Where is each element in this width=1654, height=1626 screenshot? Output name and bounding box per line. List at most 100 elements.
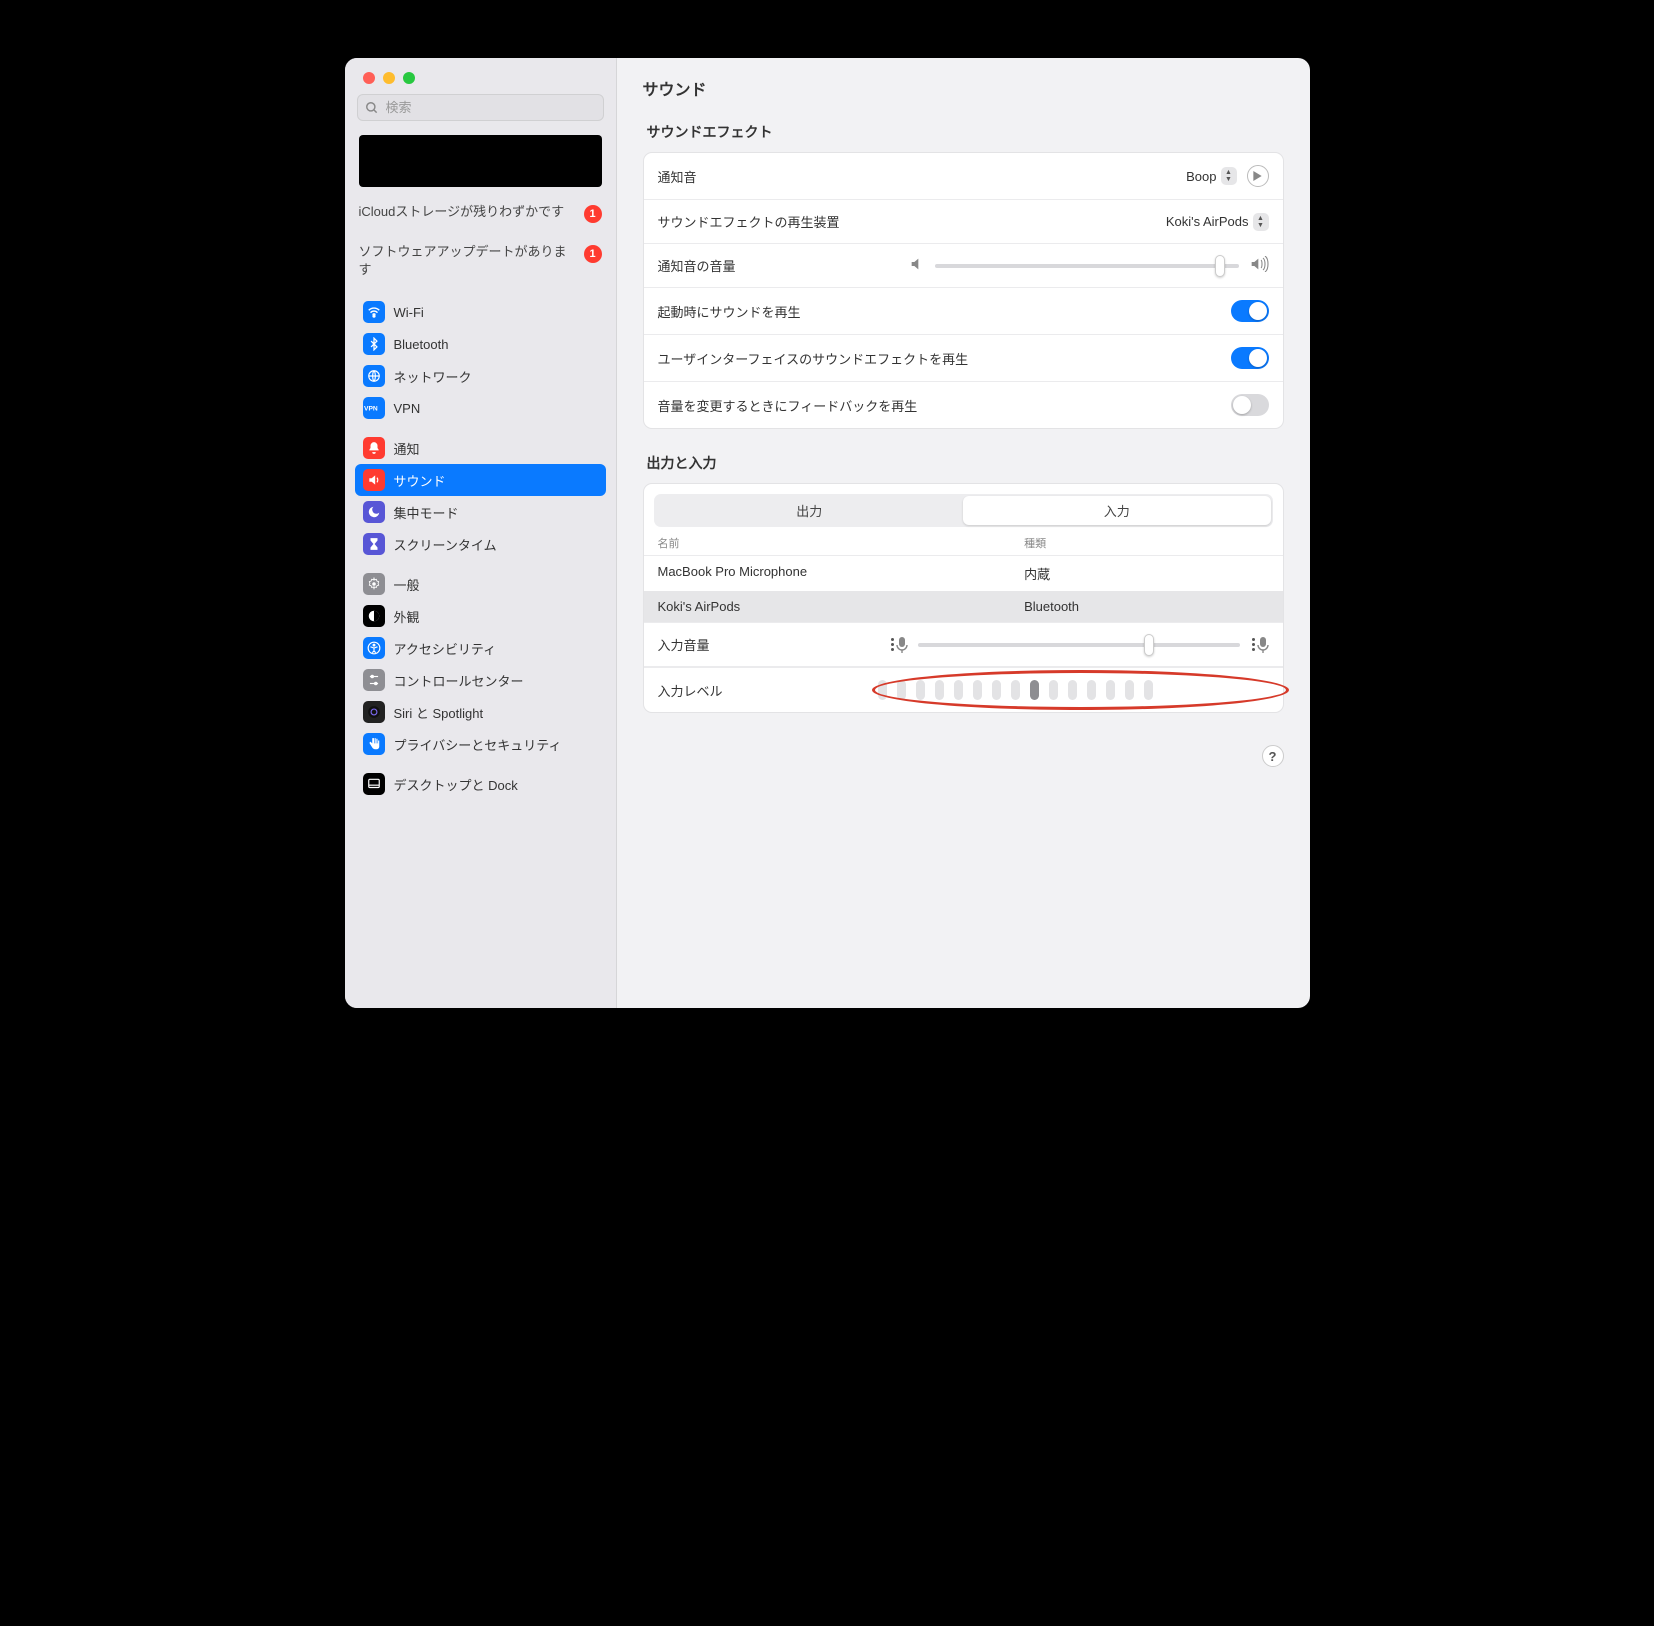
chevron-updown-icon: ▲▼ <box>1253 213 1269 231</box>
notice-update[interactable]: ソフトウェアアップデートがあります 1 <box>359 237 602 284</box>
mic-low-icon <box>889 637 908 653</box>
label: ユーザインターフェイスのサウンドエフェクトを再生 <box>658 349 969 368</box>
level-segment <box>1087 680 1096 700</box>
tab-input[interactable]: 入力 <box>963 496 1271 525</box>
sidebar-item-label: 一般 <box>394 575 420 594</box>
row-alert-sound: 通知音 Boop ▲▼ <box>644 153 1283 200</box>
globe-icon <box>363 365 385 387</box>
sidebar-item-label: Wi-Fi <box>394 305 424 320</box>
device-type: Bluetooth <box>1024 599 1268 614</box>
popup-value: Koki's AirPods <box>1166 214 1249 229</box>
moon-icon <box>363 501 385 523</box>
sidebar-item-appearance[interactable]: 外観 <box>355 600 606 632</box>
label: 入力音量 <box>658 635 710 654</box>
notice-text: ソフトウェアアップデートがあります <box>359 243 576 278</box>
level-segment <box>1030 680 1039 700</box>
playback-device-popup[interactable]: Koki's AirPods ▲▼ <box>1166 213 1269 231</box>
panel-output-input: 出力 入力 名前 種類 MacBook Pro Microphone 内蔵 Ko… <box>643 483 1284 713</box>
sidebar-item-dock[interactable]: デスクトップと Dock <box>355 768 606 800</box>
level-segment <box>973 680 982 700</box>
notice-text: iCloudストレージが残りわずかです <box>359 203 576 221</box>
row-input-level: 入力レベル <box>644 667 1283 712</box>
level-segment <box>935 680 944 700</box>
page-title: サウンド <box>643 76 1284 100</box>
sidebar-item-siri[interactable]: Siri と Spotlight <box>355 696 606 728</box>
search-icon <box>365 101 379 115</box>
badge-icon: 1 <box>584 205 602 223</box>
ui-effects-switch[interactable] <box>1231 347 1269 369</box>
level-segment <box>992 680 1001 700</box>
row-input-volume: 入力音量 <box>644 623 1283 667</box>
help-button[interactable]: ? <box>1262 745 1284 767</box>
popup-value: Boop <box>1186 169 1216 184</box>
sidebar-item-label: 通知 <box>394 439 420 458</box>
alert-volume-slider[interactable] <box>935 264 1239 268</box>
vpn-icon: VPN <box>363 397 385 419</box>
panel-sound-effects: 通知音 Boop ▲▼ サウンドエフェクトの再生装置 Koki's AirPod… <box>643 152 1284 429</box>
wifi-icon <box>363 301 385 323</box>
label: 通知音 <box>658 167 697 186</box>
minimize-icon[interactable] <box>383 72 395 84</box>
startup-sound-switch[interactable] <box>1231 300 1269 322</box>
sidebar-item-label: VPN <box>394 401 421 416</box>
sidebar-item-hourglass[interactable]: スクリーンタイム <box>355 528 606 560</box>
appearance-icon <box>363 605 385 627</box>
nav-group: 通知サウンド集中モードスクリーンタイム <box>355 432 606 560</box>
level-segment <box>1049 680 1058 700</box>
level-segment <box>1106 680 1115 700</box>
sidebar-item-label: ネットワーク <box>394 367 472 386</box>
search-input[interactable] <box>357 94 604 121</box>
sidebar-item-label: アクセシビリティ <box>394 639 497 658</box>
label: サウンドエフェクトの再生装置 <box>658 212 840 231</box>
sidebar-item-gear[interactable]: 一般 <box>355 568 606 600</box>
hourglass-icon <box>363 533 385 555</box>
accessibility-icon <box>363 637 385 659</box>
label: 起動時にサウンドを再生 <box>658 302 801 321</box>
section-output-input: 出力と入力 <box>647 453 1284 473</box>
level-segment <box>916 680 925 700</box>
device-type: 内蔵 <box>1024 564 1268 583</box>
sidebar-item-accessibility[interactable]: アクセシビリティ <box>355 632 606 664</box>
alert-sound-popup[interactable]: Boop ▲▼ <box>1186 167 1236 185</box>
device-name: MacBook Pro Microphone <box>658 564 1025 583</box>
siri-icon <box>363 701 385 723</box>
sidebar-item-bell[interactable]: 通知 <box>355 432 606 464</box>
notice-icloud[interactable]: iCloudストレージが残りわずかです 1 <box>359 197 602 229</box>
main-content: サウンド サウンドエフェクト 通知音 Boop ▲▼ サウンドエフェクトの再生装… <box>617 58 1310 1008</box>
input-volume-slider[interactable] <box>918 638 1240 652</box>
close-icon[interactable] <box>363 72 375 84</box>
svg-text:VPN: VPN <box>364 406 378 413</box>
row-startup-sound: 起動時にサウンドを再生 <box>644 288 1283 335</box>
io-segmented: 出力 入力 <box>654 494 1273 527</box>
badge-icon: 1 <box>584 245 602 263</box>
level-segment <box>1144 680 1153 700</box>
account-block[interactable] <box>359 135 602 187</box>
sidebar-item-vpn[interactable]: VPN VPN <box>355 392 606 424</box>
row-volume-feedback: 音量を変更するときにフィードバックを再生 <box>644 382 1283 428</box>
window-controls <box>345 58 616 94</box>
volume-feedback-switch[interactable] <box>1231 394 1269 416</box>
nav-group: Wi-Fi Bluetooth ネットワーク VPN VPN <box>355 296 606 424</box>
hand-icon <box>363 733 385 755</box>
row-playback-device: サウンドエフェクトの再生装置 Koki's AirPods ▲▼ <box>644 200 1283 244</box>
sidebar-item-globe[interactable]: ネットワーク <box>355 360 606 392</box>
zoom-icon[interactable] <box>403 72 415 84</box>
mic-high-icon <box>1250 637 1269 653</box>
device-row[interactable]: MacBook Pro Microphone 内蔵 <box>644 556 1283 591</box>
gear-icon <box>363 573 385 595</box>
nav-group: デスクトップと Dock <box>355 768 606 800</box>
sidebar-item-speaker[interactable]: サウンド <box>355 464 606 496</box>
search-wrap <box>357 94 604 121</box>
label: 入力レベル <box>658 681 868 700</box>
device-row[interactable]: Koki's AirPods Bluetooth <box>644 591 1283 623</box>
label: 通知音の音量 <box>658 256 736 275</box>
sidebar-item-wifi[interactable]: Wi-Fi <box>355 296 606 328</box>
sidebar-item-moon[interactable]: 集中モード <box>355 496 606 528</box>
sidebar-item-label: サウンド <box>394 471 446 490</box>
sidebar: iCloudストレージが残りわずかです 1 ソフトウェアアップデートがあります … <box>345 58 617 1008</box>
sidebar-item-bluetooth[interactable]: Bluetooth <box>355 328 606 360</box>
tab-output[interactable]: 出力 <box>656 496 964 525</box>
sidebar-item-controls[interactable]: コントロールセンター <box>355 664 606 696</box>
play-button[interactable] <box>1247 165 1269 187</box>
sidebar-item-hand[interactable]: プライバシーとセキュリティ <box>355 728 606 760</box>
